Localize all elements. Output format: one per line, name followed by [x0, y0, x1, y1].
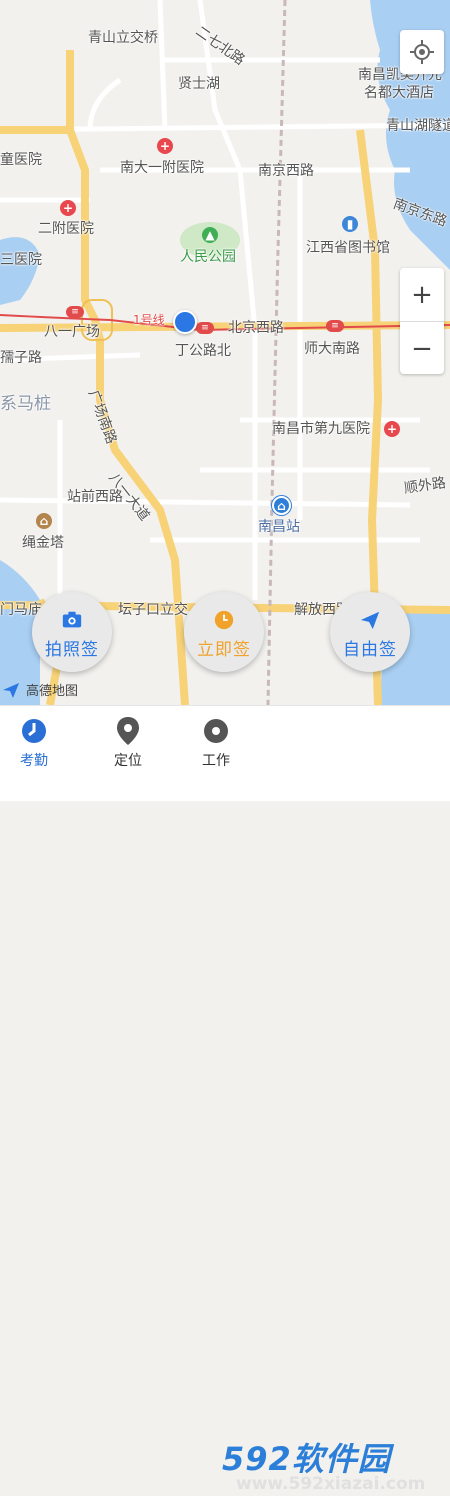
tab-attendance[interactable]: 考勤	[0, 716, 74, 770]
tab-attendance-label: 考勤	[20, 753, 48, 769]
zoom-in-button[interactable]: +	[400, 268, 444, 322]
train-station-icon: ⌂	[272, 496, 291, 515]
label-beijing-west: 北京西路	[228, 320, 284, 336]
metro-station-icon: ≡	[196, 322, 214, 334]
paper-plane-icon	[360, 611, 380, 629]
label-library: 江西省图书馆	[306, 240, 390, 256]
label-metro-line1: 1号线	[133, 313, 165, 327]
location-pin-icon	[117, 717, 139, 745]
site-watermark: 592软件园 www.592xiazai.com	[222, 1434, 450, 1496]
hospital-icon: +	[60, 200, 76, 216]
library-icon: ▮	[342, 216, 358, 232]
clock-icon	[22, 719, 46, 743]
metro-station-icon: ≡	[66, 306, 84, 318]
instant-sign-label: 立即签	[197, 639, 251, 660]
label-qingshan-bridge: 青山立交桥	[88, 30, 158, 46]
label-third-hospital: 三医院	[0, 252, 42, 268]
label-second-hospital: 二附医院	[38, 221, 94, 237]
label-xianshi-lake: 贤士湖	[178, 76, 220, 92]
label-nanjing-west: 南京西路	[258, 163, 314, 179]
photo-sign-label: 拍照签	[45, 639, 99, 660]
label-dinggong-north: 丁公路北	[175, 343, 231, 359]
map-provider-logo: 高德地图	[2, 680, 78, 699]
free-sign-label: 自由签	[343, 639, 397, 660]
minus-icon: −	[411, 333, 433, 364]
watermark-url: www.592xiazai.com	[236, 1474, 426, 1494]
tab-work-label: 工作	[202, 753, 230, 769]
tab-location-label: 定位	[114, 753, 142, 769]
hospital-icon: +	[384, 421, 400, 437]
free-sign-button[interactable]: 自由签	[330, 592, 410, 672]
label-nanda-hospital: 南大一附医院	[120, 160, 204, 176]
plus-icon: +	[411, 279, 433, 310]
zoom-out-button[interactable]: −	[400, 322, 444, 375]
work-icon	[204, 719, 228, 743]
zoom-control: + −	[400, 268, 444, 374]
label-qingshanhu-tunnel: 青山湖隧道	[386, 118, 450, 134]
label-shida-south: 师大南路	[304, 341, 360, 357]
bottom-tab-bar: 考勤 定位 工作 592软件园 www.592xiazai.com	[0, 705, 450, 1494]
tab-work[interactable]: 工作	[176, 716, 256, 770]
clock-icon	[214, 610, 234, 629]
hospital-icon: +	[157, 138, 173, 154]
instant-sign-button[interactable]: 立即签	[184, 592, 264, 672]
label-ruzi-road: 孺子路	[0, 350, 42, 366]
locate-me-button[interactable]	[400, 30, 444, 74]
park-icon: ▲	[202, 227, 218, 243]
label-ninth-hospital: 南昌市第九医院	[272, 421, 370, 437]
metro-station-icon: ≡	[326, 320, 344, 332]
label-renmin-park: 人民公园	[180, 249, 236, 265]
tab-location[interactable]: 定位	[88, 716, 168, 770]
label-tanzikou: 坛子口立交	[118, 602, 188, 618]
label-nanchang-station: 南昌站	[258, 519, 300, 535]
map-view[interactable]: 青山立交桥 二七北路 贤士湖 南昌凯美开元 名都大酒店 青山湖隧道 童医院 + …	[0, 0, 450, 705]
crosshair-icon	[410, 40, 434, 64]
label-bayi-square: 八一广场	[44, 324, 100, 340]
photo-sign-button[interactable]: 拍照签	[32, 592, 112, 672]
label-ximazhuang: 系马桩	[0, 394, 51, 414]
gaode-logo-icon	[3, 682, 19, 698]
label-hotel-line2: 名都大酒店	[364, 85, 434, 101]
label-child-hospital: 童医院	[0, 152, 42, 168]
label-zhanqian-west: 站前西路	[67, 489, 123, 505]
camera-icon	[62, 611, 82, 627]
scenic-tower-icon: ⌂	[36, 513, 52, 529]
current-location-dot	[173, 310, 197, 334]
label-shengjin-tower: 绳金塔	[22, 535, 64, 551]
map-provider-name: 高德地图	[26, 684, 79, 699]
